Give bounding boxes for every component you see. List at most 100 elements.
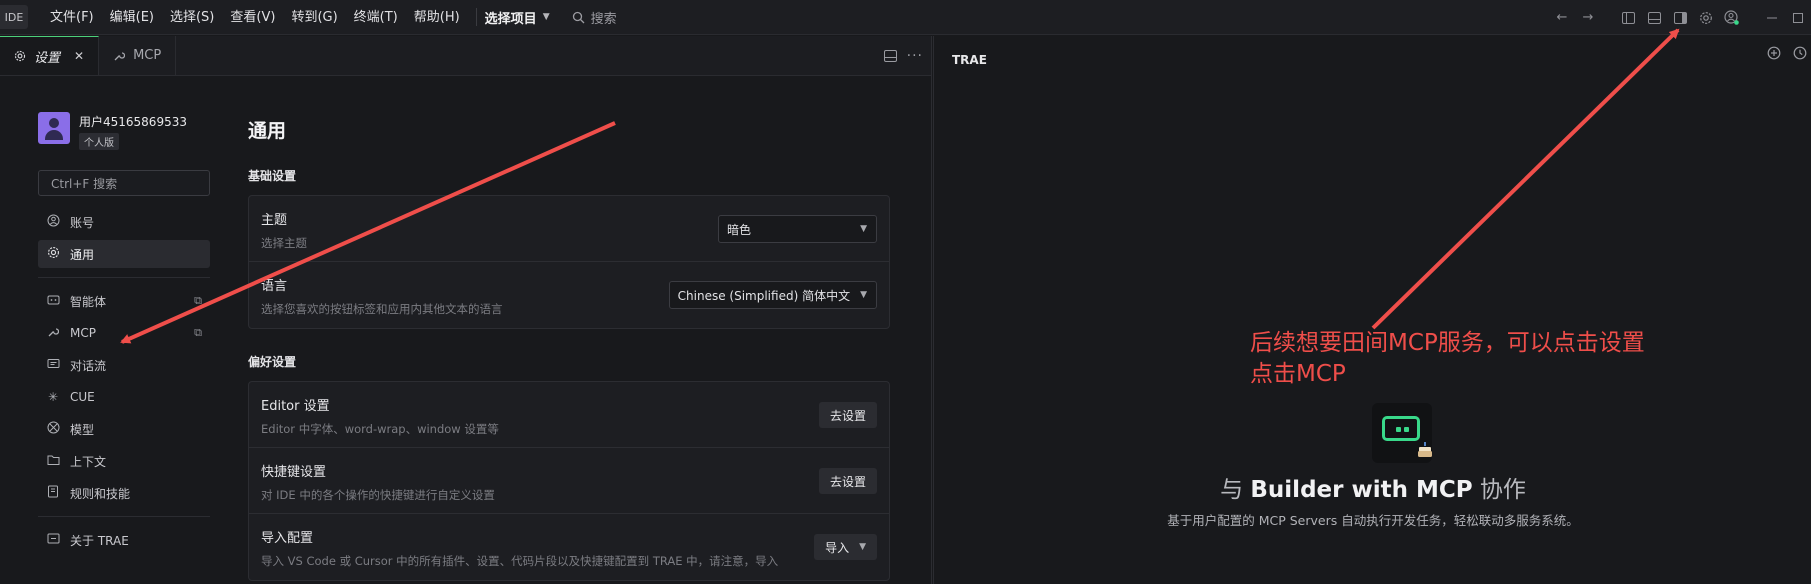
user-profile: 用户45165869533 个人版 — [38, 112, 210, 150]
builder-heading-name: Builder with MCP — [1250, 477, 1473, 503]
menu-help[interactable]: 帮助(H) — [406, 0, 468, 35]
panel-actions — [1767, 46, 1807, 60]
more-actions-icon[interactable]: ··· — [907, 48, 923, 64]
ai-chat-panel: TRAE 与 Builder with MCP 协作 基于用户配置的 MCP S… — [933, 36, 1811, 584]
nav-item-about[interactable]: 关于 TRAE — [38, 526, 210, 554]
account-icon[interactable] — [1719, 5, 1745, 31]
open-external-icon[interactable]: ⧉ — [194, 326, 202, 340]
nav-item-label: 关于 TRAE — [70, 533, 129, 548]
mcp-logo-dot — [1404, 427, 1409, 432]
mcp-logo-dot — [1396, 427, 1401, 432]
close-icon[interactable]: ✕ — [74, 49, 84, 63]
nav-item-chat-flow[interactable]: 对话流 — [38, 351, 210, 379]
nav-item-agents[interactable]: 智能体 ⧉ — [38, 287, 210, 315]
annotation-line-2: 点击MCP — [1250, 361, 1346, 387]
toggle-sidebar-icon[interactable] — [1615, 5, 1641, 31]
setting-description: 对 IDE 中的各个操作的快捷键进行自定义设置 — [261, 488, 495, 502]
nav-item-rules-skills[interactable]: 规则和技能 — [38, 479, 210, 507]
minimize-icon[interactable] — [1759, 5, 1785, 31]
app-logo: IDE — [0, 5, 28, 29]
theme-select-value: 暗色 — [727, 222, 752, 237]
settings-nav: 用户45165869533 个人版 Ctrl+F 搜索 账号 通用 智能体 ⧉ … — [38, 112, 210, 554]
settings-search-input[interactable]: Ctrl+F 搜索 — [38, 170, 210, 196]
chevron-down-icon: ▼ — [859, 542, 866, 552]
split-editor-icon[interactable] — [883, 50, 897, 62]
page-title: 通用 — [248, 120, 287, 142]
theme-select[interactable]: 暗色 ▼ — [718, 215, 877, 243]
book-icon — [46, 485, 60, 501]
back-arrow-icon[interactable]: ← — [1549, 5, 1575, 31]
editor-panel: 设置 ✕ MCP ··· 用户45165869533 个人版 Ctrl+F 搜索 — [0, 36, 932, 584]
editor-tab-actions: ··· — [883, 36, 923, 76]
model-icon — [46, 421, 60, 437]
open-external-icon[interactable]: ⧉ — [194, 294, 202, 308]
tab-mcp-label: MCP — [133, 48, 162, 63]
wrench-icon — [46, 326, 60, 341]
search-icon — [572, 11, 585, 23]
tab-mcp[interactable]: MCP — [99, 36, 177, 75]
keybinding-settings-button[interactable]: 去设置 — [818, 468, 877, 494]
robot-icon — [46, 294, 60, 309]
nav-item-models[interactable]: 模型 — [38, 415, 210, 443]
chevron-down-icon: ▼ — [860, 224, 867, 234]
panel-title: TRAE — [952, 53, 987, 67]
settings-card-preferences: Editor 设置 Editor 中字体、word-wrap、window 设置… — [248, 381, 890, 581]
setting-description: 导入 VS Code 或 Cursor 中的所有插件、设置、代码片段以及快捷键配… — [261, 554, 779, 568]
trae-logo-icon — [46, 533, 60, 547]
import-button[interactable]: 导入 ▼ — [814, 534, 877, 560]
maximize-icon[interactable] — [1785, 5, 1811, 31]
setting-title: 快捷键设置 — [261, 465, 327, 480]
menu-selection[interactable]: 选择(S) — [162, 0, 222, 35]
menu-file[interactable]: 文件(F) — [42, 0, 102, 35]
editor-settings-button[interactable]: 去设置 — [818, 402, 877, 428]
setting-row-import: 导入配置 导入 VS Code 或 Cursor 中的所有插件、设置、代码片段以… — [249, 514, 889, 580]
menu-edit[interactable]: 编辑(E) — [102, 0, 162, 35]
global-search[interactable]: 搜索 — [572, 8, 617, 27]
gear-icon — [46, 246, 60, 262]
editor-tab-bar: 设置 ✕ MCP ··· — [0, 36, 931, 76]
toggle-panel-icon[interactable] — [1641, 5, 1667, 31]
menu-go[interactable]: 转到(G) — [283, 0, 345, 35]
menu-terminal[interactable]: 终端(T) — [346, 0, 406, 35]
user-circle-icon — [46, 214, 60, 230]
menu-view[interactable]: 查看(V) — [222, 0, 283, 35]
title-bar: IDE 文件(F) 编辑(E) 选择(S) 查看(V) 转到(G) 终端(T) … — [0, 0, 1811, 35]
new-chat-icon[interactable] — [1767, 46, 1781, 60]
gear-icon — [14, 50, 26, 62]
language-select-value: Chinese (Simplified) 简体中文 — [677, 288, 851, 303]
nav-item-label: 规则和技能 — [70, 486, 131, 501]
setting-row-editor: Editor 设置 Editor 中字体、word-wrap、window 设置… — [249, 382, 889, 448]
nav-item-label: 账号 — [70, 215, 95, 230]
annotation-line-1: 后续想要田间MCP服务，可以点击设置 — [1250, 330, 1645, 356]
setting-description: Editor 中字体、word-wrap、window 设置等 — [261, 422, 499, 436]
nav-item-label: 智能体 — [70, 294, 107, 309]
chevron-down-icon: ▼ — [542, 12, 550, 22]
avatar — [38, 112, 70, 144]
import-button-label: 导入 — [825, 540, 850, 555]
project-selector-label: 选择项目 — [484, 11, 537, 27]
language-select[interactable]: Chinese (Simplified) 简体中文 ▼ — [668, 281, 877, 309]
history-icon[interactable] — [1793, 46, 1807, 60]
nav-item-context[interactable]: 上下文 — [38, 447, 210, 475]
nav-item-label: MCP — [70, 326, 96, 340]
nav-item-cue[interactable]: ✳ CUE — [38, 383, 210, 411]
nav-divider — [38, 516, 210, 517]
user-name: 用户45165869533 — [79, 115, 187, 129]
nav-item-account[interactable]: 账号 — [38, 208, 210, 236]
settings-card-basic: 主题 选择主题 暗色 ▼ 语言 选择您喜欢的按钮标签和应用内其他文本的语言 Ch… — [248, 195, 890, 329]
title-bar-actions: ← → — [1549, 0, 1811, 35]
wrench-icon — [114, 51, 126, 60]
project-selector[interactable]: 选择项目 ▼ — [485, 8, 550, 27]
menu-bar: 文件(F) 编辑(E) 选择(S) 查看(V) 转到(G) 终端(T) 帮助(H… — [42, 0, 468, 35]
nav-item-label: 上下文 — [70, 454, 107, 469]
gear-icon[interactable] — [1693, 5, 1719, 31]
forward-arrow-icon[interactable]: → — [1575, 5, 1601, 31]
mcp-builder-logo — [1372, 403, 1432, 463]
nav-item-label: CUE — [70, 390, 95, 404]
nav-item-mcp[interactable]: MCP ⧉ — [38, 319, 210, 347]
global-search-placeholder: 搜索 — [590, 11, 617, 27]
nav-item-general[interactable]: 通用 — [38, 240, 210, 268]
tab-settings[interactable]: 设置 ✕ — [0, 36, 100, 75]
nav-item-label: 对话流 — [70, 358, 107, 373]
toggle-secondary-sidebar-icon[interactable] — [1667, 5, 1693, 31]
